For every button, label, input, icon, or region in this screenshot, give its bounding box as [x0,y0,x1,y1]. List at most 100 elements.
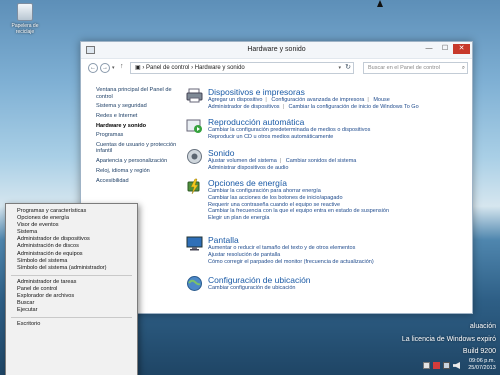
address-toolbar: ← → ▾ ↑ ▣ › Panel de control › Hardware … [81,59,472,77]
adjust-volume-link[interactable]: Ajustar volumen del sistema [208,158,277,164]
sidebar: Ventana principal del Panel de control S… [96,87,180,187]
menu-divider [11,317,132,319]
windows-to-go-link[interactable]: Cambiar la configuración de inicio de Wi… [289,104,419,110]
menu-item-event-viewer[interactable]: Visor de eventos [6,222,137,229]
play-cd-automatically-link[interactable]: Reproducir un CD u otros medios automáti… [208,134,470,141]
category-display: Pantalla Aumentar o reducir el tamaño de… [186,235,470,265]
menu-item-control-panel[interactable]: Panel de control [6,286,137,293]
change-sleep-frequency-link[interactable]: Cambiar la frecuencia con la que el equi… [208,208,470,215]
menu-divider [11,274,132,276]
fix-monitor-flicker-link[interactable]: Cómo corregir el parpadeo del monitor (f… [208,259,470,266]
menu-item-file-explorer[interactable]: Explorador de archivos [6,293,137,300]
mouse-link[interactable]: Mouse [373,97,390,103]
change-default-media-settings-link[interactable]: Cambiar la configuración predeterminada … [208,127,470,134]
clock-date: 25/07/2013 [468,365,496,371]
recycle-bin-label: Papelera de reciclaje [11,23,39,35]
evaluation-watermark: aluación [469,323,496,330]
monitor-icon[interactable] [443,362,450,369]
taskbar-clock[interactable]: 09:06 p.m. 25/07/2013 [466,358,498,372]
license-expired-watermark: La licencia de Windows expiró [401,336,496,343]
sidebar-item-control-panel-home[interactable]: Ventana principal del Panel de control [96,87,180,100]
power-icon [187,178,200,195]
menu-item-programs-features[interactable]: Programas y características [6,208,137,215]
link-row: Administrador de dispositivos | Cambiar l… [208,103,419,110]
address-dropdown-icon[interactable]: ▾ [338,63,341,73]
recycle-bin-desktop-icon[interactable]: Papelera de reciclaje [2,3,48,35]
notification-area [415,358,465,374]
menu-item-command-prompt-admin[interactable]: Símbolo del sistema (administrador) [6,265,137,272]
search-placeholder: Buscar en el Panel de control [368,65,440,71]
refresh-icon[interactable]: ↻ [345,63,351,73]
clock-time: 09:06 p.m. [469,358,495,364]
sidebar-item-network-internet[interactable]: Redes e Internet [96,113,180,120]
window-title: Hardware y sonido [247,46,306,53]
category-title[interactable]: Reproducción automática [208,117,470,127]
search-icon[interactable]: ⌕ [462,63,465,73]
category-title[interactable]: Configuración de ubicación [208,275,470,285]
link-row: Ajustar volumen del sistema | Cambiar son… [208,158,357,164]
link-row: Agregar un dispositivo | Configuración av… [208,97,390,103]
volume-icon[interactable] [453,362,460,369]
menu-item-power-options[interactable]: Opciones de energía [6,215,137,222]
sidebar-item-appearance[interactable]: Apariencia y personalización [96,158,180,165]
forward-button[interactable]: → [100,63,110,73]
menu-item-device-manager[interactable]: Administrador de dispositivos [6,236,137,243]
sidebar-item-accessibility[interactable]: Accesibilidad [96,178,180,185]
recent-locations-chevron-icon[interactable]: ▾ [112,65,115,71]
menu-item-disk-management[interactable]: Administración de discos [6,243,137,250]
require-password-on-wakeup-link[interactable]: Requerir una contraseña cuando el equipo… [208,202,470,209]
device-manager-link[interactable]: Administrador de dispositivos [208,104,280,110]
breadcrumb-hardware-sound[interactable]: Hardware y sonido [195,65,245,71]
search-input[interactable]: Buscar en el Panel de control ⌕ [363,62,468,74]
up-button[interactable]: ↑ [120,63,124,70]
category-title[interactable]: Pantalla [208,235,470,245]
speaker-icon [187,149,202,164]
sidebar-item-system-security[interactable]: Sistema y seguridad [96,103,180,110]
category-title[interactable]: Sonido [208,148,470,158]
window-titlebar[interactable]: Hardware y sonido — ☐ ✕ [81,42,472,59]
category-devices-printers: Dispositivos e impresoras Agregar un dis… [186,87,470,111]
resize-text-link[interactable]: Aumentar o reducir el tamaño del texto y… [208,245,470,252]
category-title[interactable]: Opciones de energía [208,178,470,188]
category-sound: Sonido Ajustar volumen del sistema | Camb… [186,148,470,172]
add-device-link[interactable]: Agregar un dispositivo [208,97,262,103]
change-power-saving-settings-link[interactable]: Cambiar la configuración para ahorrar en… [208,188,470,195]
quick-access-context-menu: Programas y características Opciones de … [5,203,138,375]
menu-item-run[interactable]: Ejecutar [6,307,137,314]
control-panel-window: Hardware y sonido — ☐ ✕ ← → ▾ ↑ ▣ › Pane… [80,41,473,314]
address-separator: › [142,65,145,71]
menu-item-desktop[interactable]: Escritorio [6,321,137,328]
network-warning-icon[interactable] [433,362,440,369]
location-icon [187,276,202,291]
address-separator: › [191,65,194,71]
category-title[interactable]: Dispositivos e impresoras [208,87,470,97]
sidebar-item-clock-language[interactable]: Reloj, idioma y región [96,168,180,175]
manage-audio-devices-link[interactable]: Administrar dispositivos de audio [208,165,470,172]
maximize-button[interactable]: ☐ [438,44,452,54]
change-location-settings-link[interactable]: Cambiar configuración de ubicación [208,285,470,292]
choose-power-plan-link[interactable]: Elegir un plan de energía [208,215,470,222]
close-button[interactable]: ✕ [453,44,470,54]
back-button[interactable]: ← [88,63,98,73]
recycle-bin-icon [17,3,33,21]
menu-item-task-manager[interactable]: Administrador de tareas [6,279,137,286]
sidebar-item-user-accounts[interactable]: Cuentas de usuario y protección infantil [96,142,180,155]
change-system-sounds-link[interactable]: Cambiar sonidos del sistema [286,158,357,164]
breadcrumb-control-panel[interactable]: Panel de control [146,65,189,71]
mouse-cursor-icon [377,0,383,7]
menu-item-search[interactable]: Buscar [6,300,137,307]
change-power-buttons-link[interactable]: Cambiar las acciones de los botones de i… [208,195,470,202]
advanced-printer-setup-link[interactable]: Configuración avanzada de impresora [271,97,364,103]
build-watermark: Build 9200 [462,348,496,355]
address-icon: ▣ [135,65,141,71]
address-bar[interactable]: ▣ › Panel de control › Hardware y sonido… [130,62,354,74]
sidebar-item-programs[interactable]: Programas [96,132,180,139]
menu-item-system[interactable]: Sistema [6,229,137,236]
menu-item-command-prompt[interactable]: Símbolo del sistema [6,258,137,265]
category-location-settings: Configuración de ubicación Cambiar confi… [186,275,470,292]
adjust-resolution-link[interactable]: Ajustar resolución de pantalla [208,252,470,259]
minimize-button[interactable]: — [422,44,436,54]
menu-item-computer-management[interactable]: Administración de equipos [6,251,137,258]
autoplay-icon [186,119,202,133]
action-center-flag-icon[interactable] [423,362,430,369]
